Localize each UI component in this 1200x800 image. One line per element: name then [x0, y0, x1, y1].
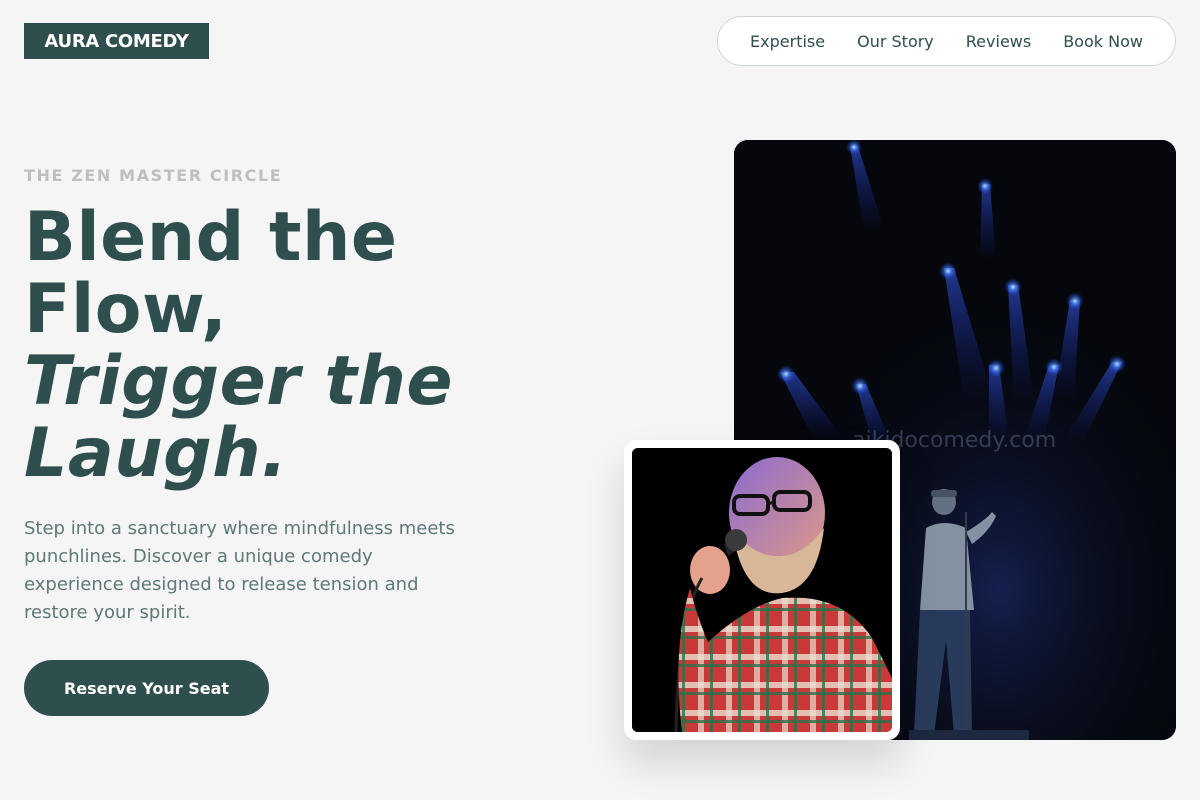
- headline-line-1: Blend the: [24, 198, 398, 277]
- reserve-seat-button[interactable]: Reserve Your Seat: [24, 660, 269, 716]
- nav-item-expertise[interactable]: Expertise: [750, 32, 825, 51]
- comedian-photo-frame: [624, 440, 900, 740]
- brand-logo[interactable]: AURA COMEDY: [24, 23, 209, 59]
- headline-line-4: Laugh.: [24, 414, 288, 493]
- headline-line-2: Flow,: [24, 270, 228, 349]
- comedian-photo: [632, 448, 892, 732]
- hero-eyebrow: THE ZEN MASTER CIRCLE: [24, 166, 283, 185]
- hero-description: Step into a sanctuary where mindfulness …: [24, 518, 455, 623]
- nav-item-book-now[interactable]: Book Now: [1063, 32, 1143, 51]
- nav-item-our-story[interactable]: Our Story: [857, 32, 934, 51]
- main-nav: Expertise Our Story Reviews Book Now: [717, 16, 1176, 66]
- nav-item-reviews[interactable]: Reviews: [966, 32, 1031, 51]
- comedian-photo-illustration: [632, 448, 892, 732]
- hero-headline: Blend the Flow, Trigger the Laugh.: [24, 202, 564, 490]
- headline-line-3: Trigger the: [24, 342, 453, 421]
